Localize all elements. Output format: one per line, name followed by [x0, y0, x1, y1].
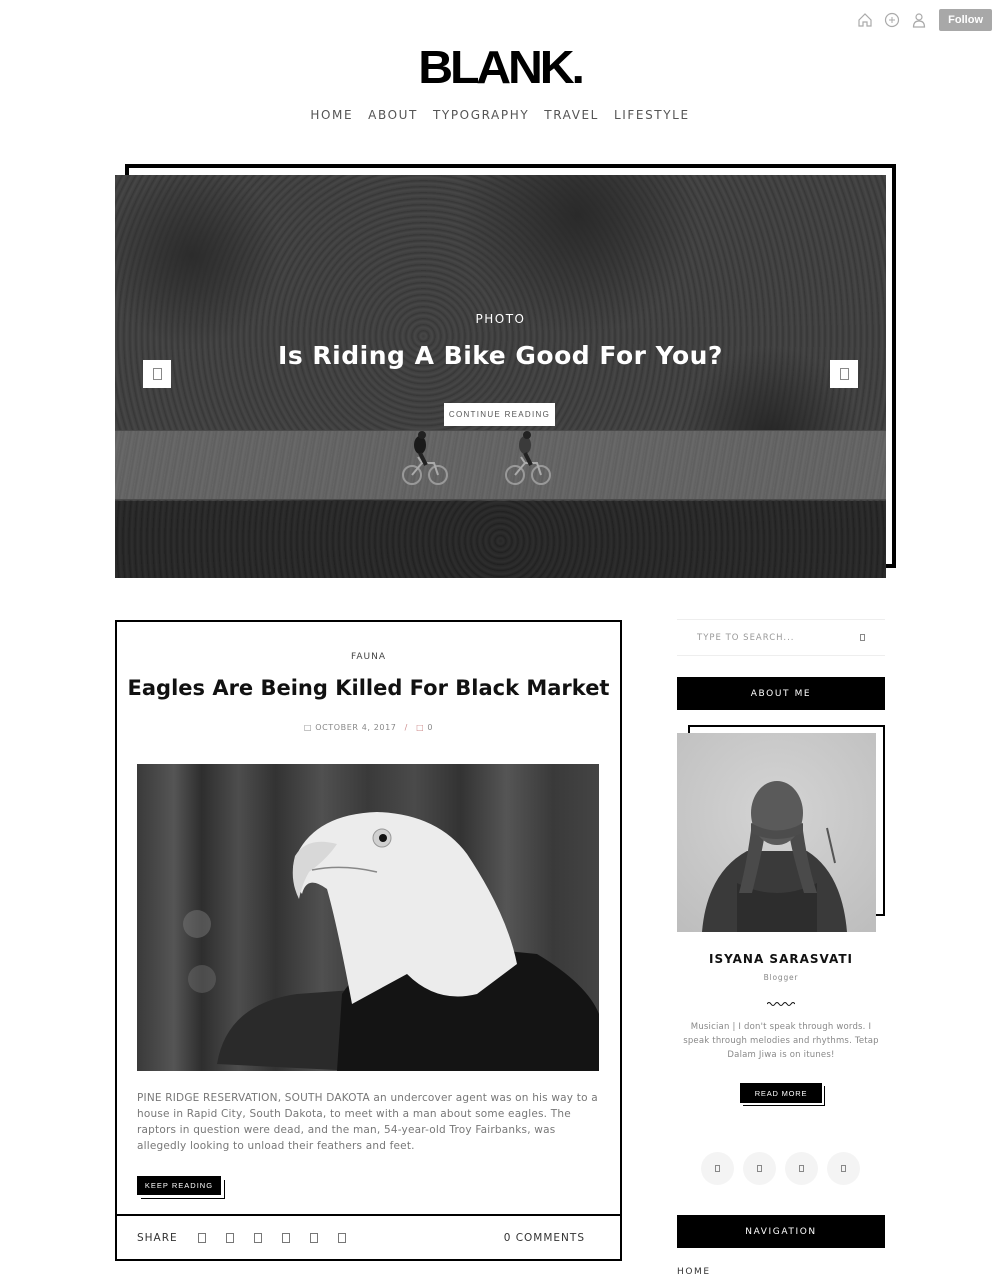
post-card: FAUNA Eagles Are Being Killed For Black …	[115, 620, 622, 1261]
nav-item-about[interactable]: ABOUT	[368, 108, 418, 122]
about-role: Blogger	[763, 973, 799, 982]
cyclist-image	[402, 431, 448, 485]
pinterest-icon	[841, 1165, 846, 1172]
main-nav: HOME ABOUT TYPOGRAPHY TRAVEL LIFESTYLE	[0, 108, 1000, 122]
about-name: ISYANA SARASVATI	[708, 952, 854, 966]
share-label: SHARE	[137, 1231, 178, 1244]
squiggle-divider	[767, 1002, 795, 1006]
hero-image-forest	[115, 501, 886, 578]
post-title[interactable]: Eagles Are Being Killed For Black Market	[117, 676, 620, 700]
social-links	[701, 1152, 860, 1185]
user-icon[interactable]	[910, 11, 928, 29]
about-avatar-image	[677, 733, 876, 932]
follow-button[interactable]: Follow	[939, 9, 992, 31]
social-pinterest-button[interactable]	[827, 1152, 860, 1185]
post-footer: SHARE 0 COMMENTS	[117, 1214, 620, 1259]
hero-category[interactable]: PHOTO	[115, 312, 886, 326]
search-input[interactable]	[697, 632, 847, 643]
google-plus-icon[interactable]	[253, 1232, 262, 1243]
nav-item-travel[interactable]: TRAVEL	[544, 108, 599, 122]
navigation-heading: NAVIGATION	[677, 1215, 885, 1248]
twitter-icon	[757, 1165, 762, 1172]
post-excerpt: PINE RIDGE RESERVATION, SOUTH DAKOTA an …	[137, 1092, 598, 1152]
cyclist-image	[505, 431, 551, 485]
nav-item-home[interactable]: HOME	[310, 108, 353, 122]
site-logo[interactable]: BLANK.	[0, 40, 1000, 94]
top-bar: Follow	[856, 9, 992, 31]
about-me-heading: ABOUT ME	[677, 677, 885, 710]
hero-image-road	[115, 430, 886, 500]
continue-reading-button[interactable]: CONTINUE READING	[444, 403, 555, 426]
slider-next-button[interactable]	[830, 360, 858, 388]
post-date: OCTOBER 4, 2017	[315, 723, 397, 732]
post-meta: □ OCTOBER 4, 2017 / □ 0	[303, 723, 434, 732]
keep-reading-button[interactable]: KEEP READING	[137, 1176, 221, 1195]
email-icon[interactable]	[337, 1232, 346, 1243]
twitter-icon[interactable]	[225, 1232, 234, 1243]
social-twitter-button[interactable]	[743, 1152, 776, 1185]
post-featured-image[interactable]	[137, 764, 599, 1071]
home-icon[interactable]	[856, 11, 874, 29]
hero-title[interactable]: Is Riding A Bike Good For You?	[115, 341, 886, 370]
social-instagram-button[interactable]	[785, 1152, 818, 1185]
facebook-icon[interactable]	[197, 1232, 206, 1243]
hero-slider: PHOTO Is Riding A Bike Good For You? CON…	[115, 175, 886, 578]
instagram-icon	[799, 1165, 804, 1172]
pinterest-icon[interactable]	[281, 1232, 290, 1243]
comments-link[interactable]: 0 COMMENTS	[504, 1232, 585, 1244]
add-circle-icon[interactable]	[883, 11, 901, 29]
chevron-left-icon	[152, 368, 162, 380]
post-comment-count[interactable]: 0	[427, 723, 433, 732]
nav-item-lifestyle[interactable]: LIFESTYLE	[614, 108, 690, 122]
sidebar-nav-home[interactable]: HOME	[677, 1267, 711, 1277]
post-category[interactable]: FAUNA	[117, 652, 620, 662]
search-box	[677, 619, 885, 656]
slider-prev-button[interactable]	[143, 360, 171, 388]
nav-item-typography[interactable]: TYPOGRAPHY	[433, 108, 529, 122]
read-more-button[interactable]: READ MORE	[740, 1083, 822, 1103]
linkedin-icon[interactable]	[309, 1232, 318, 1243]
search-icon[interactable]	[860, 634, 865, 641]
calendar-icon: □	[303, 723, 313, 732]
facebook-icon	[715, 1165, 720, 1172]
comment-icon: □	[416, 723, 425, 732]
about-bio: Musician | I don't speak through words. …	[683, 1022, 879, 1060]
social-facebook-button[interactable]	[701, 1152, 734, 1185]
chevron-right-icon	[839, 368, 849, 380]
